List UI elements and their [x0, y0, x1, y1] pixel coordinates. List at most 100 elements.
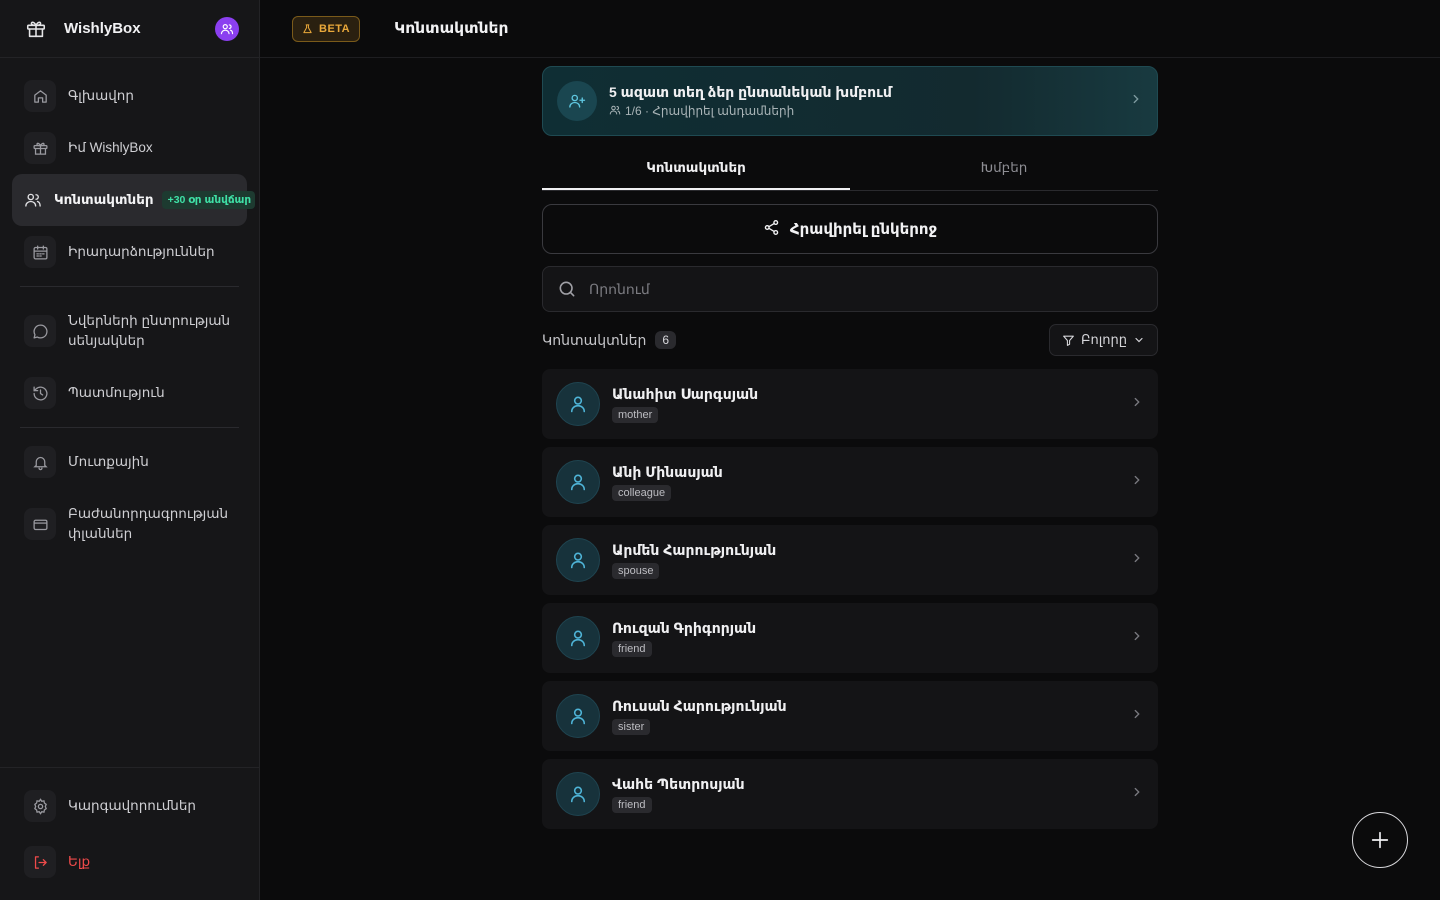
- free-days-badge: +30 օր անվճար: [161, 191, 256, 209]
- calendar-icon: [24, 236, 56, 268]
- sidebar-item-label: Բաժանորդագրության փլաններ: [68, 506, 229, 541]
- main-content: 5 ազատ տեղ ձեր ընտանեկան խմբում 1/6 · Հր…: [542, 66, 1158, 837]
- sidebar-divider: [20, 427, 239, 428]
- chevron-down-icon: [1133, 334, 1145, 346]
- sidebar-item-history[interactable]: Պատմություն: [12, 367, 247, 419]
- contact-row[interactable]: Անի Մինասյան colleague: [542, 447, 1158, 517]
- search-input[interactable]: [589, 281, 1143, 297]
- sidebar-nav: Գլխավոր Իմ WishlyBox Կոնտակտներ +30 օր ա…: [0, 58, 259, 572]
- banner-text: 5 ազատ տեղ ձեր ընտանեկան խմբում 1/6 · Հր…: [609, 84, 1129, 119]
- contact-name: Անահիտ Սարգսյան: [612, 385, 759, 402]
- contact-name: Ռուսան Հարությունյան: [612, 697, 787, 714]
- contact-info: Անի Մինասյան colleague: [612, 464, 1130, 501]
- chevron-right-icon: [1130, 629, 1144, 648]
- user-avatar-icon: [556, 616, 600, 660]
- relation-tag: colleague: [612, 484, 672, 501]
- contact-name: Անի Մինասյան: [612, 463, 723, 480]
- chevron-right-icon: [1130, 551, 1144, 570]
- team-switch-icon[interactable]: [215, 16, 239, 41]
- sidebar-item-label: Գլխավոր: [68, 88, 134, 103]
- gear-icon: [24, 790, 56, 822]
- invite-friend-label: Հրավիրել ընկերոջ: [789, 221, 938, 238]
- tab-groups[interactable]: Խմբեր: [850, 152, 1158, 190]
- invite-friend-button[interactable]: Հրավիրել ընկերոջ: [542, 204, 1158, 254]
- sidebar: WishlyBox Գլխավոր Իմ WishlyBox Կոնտակտնե…: [0, 0, 260, 900]
- filter-icon: [1062, 334, 1075, 347]
- sidebar-item-subscription-plans[interactable]: Բաժանորդագրության փլաններ: [12, 488, 247, 560]
- add-user-icon: [557, 81, 597, 121]
- family-group-banner[interactable]: 5 ազատ տեղ ձեր ընտանեկան խմբում 1/6 · Հր…: [542, 66, 1158, 136]
- user-avatar-icon: [556, 460, 600, 504]
- sidebar-item-label: Իրադարձություններ: [68, 244, 215, 259]
- chat-icon: [24, 315, 56, 347]
- sidebar-item-settings[interactable]: Կարգավորումներ: [12, 778, 247, 834]
- gift-icon: [24, 132, 56, 164]
- logout-icon: [24, 846, 56, 878]
- sidebar-item-events[interactable]: Իրադարձություններ: [12, 226, 247, 278]
- contact-row[interactable]: Ռուզան Գրիգորյան friend: [542, 603, 1158, 673]
- card-icon: [24, 508, 56, 540]
- sidebar-item-gift-rooms[interactable]: Նվերների ընտրության սենյակներ: [12, 295, 247, 367]
- relation-tag: spouse: [612, 562, 660, 579]
- filter-dropdown[interactable]: Բոլորը: [1048, 324, 1158, 356]
- contact-info: Արմեն Հարությունյան spouse: [612, 542, 1130, 579]
- sidebar-bottom: Կարգավորումներ Ելք: [0, 767, 259, 900]
- add-contact-fab[interactable]: [1352, 812, 1408, 868]
- contacts-list-title: Կոնտակտներ: [542, 331, 647, 348]
- chevron-right-icon: [1130, 473, 1144, 492]
- user-avatar-icon: [556, 382, 600, 426]
- banner-subtitle-row: 1/6 · Հրավիրել անդամների: [609, 104, 1129, 119]
- sidebar-item-inbox[interactable]: Մուտքային: [12, 436, 247, 488]
- user-avatar-icon: [556, 694, 600, 738]
- contact-row[interactable]: Վահե Պետրոսյան friend: [542, 759, 1158, 829]
- users-icon: [20, 184, 46, 216]
- sidebar-item-label: Պատմություն: [68, 385, 165, 400]
- relation-tag: friend: [612, 796, 652, 813]
- chevron-right-icon: [1130, 395, 1144, 414]
- plus-icon: [1369, 829, 1391, 851]
- chevron-right-icon: [1130, 707, 1144, 726]
- sidebar-item-my-wishlybox[interactable]: Իմ WishlyBox: [12, 122, 247, 174]
- logout-label: Ելք: [68, 854, 91, 869]
- history-icon: [24, 377, 56, 409]
- contacts-tabs: Կոնտակտներ Խմբեր: [542, 152, 1158, 191]
- logout-button[interactable]: Ելք: [12, 834, 247, 890]
- search-icon: [557, 279, 577, 299]
- sidebar-item-home[interactable]: Գլխավոր: [12, 70, 247, 122]
- beta-badge: BETA: [292, 15, 361, 42]
- page-title: Կոնտակտներ: [394, 20, 509, 37]
- contact-info: Ռուսան Հարությունյան sister: [612, 698, 1130, 735]
- search-box: [542, 266, 1158, 312]
- contacts-list: Անահիտ Սարգսյան mother Անի Մինասյան coll…: [542, 369, 1158, 829]
- sidebar-divider: [20, 286, 239, 287]
- contact-info: Անահիտ Սարգսյան mother: [612, 386, 1130, 423]
- contact-name: Արմեն Հարությունյան: [612, 541, 777, 558]
- sidebar-item-label: Մուտքային: [68, 454, 149, 469]
- chevron-right-icon: [1129, 92, 1143, 111]
- gift-logo-icon: [24, 17, 48, 41]
- sidebar-item-label: Կոնտակտներ: [54, 192, 154, 207]
- user-avatar-icon: [556, 772, 600, 816]
- contact-name: Ռուզան Գրիգորյան: [612, 619, 757, 636]
- contacts-count-badge: 6: [655, 331, 677, 349]
- banner-title: 5 ազատ տեղ ձեր ընտանեկան խմբում: [609, 83, 892, 100]
- users-small-icon: [609, 104, 621, 119]
- tab-contacts[interactable]: Կոնտակտներ: [542, 152, 850, 190]
- banner-subtitle: 1/6 · Հրավիրել անդամների: [625, 104, 795, 118]
- contact-row[interactable]: Արմեն Հարությունյան spouse: [542, 525, 1158, 595]
- contact-row[interactable]: Անահիտ Սարգսյան mother: [542, 369, 1158, 439]
- sidebar-item-label: Նվերների ընտրության սենյակներ: [68, 313, 231, 348]
- flask-icon: [302, 23, 313, 35]
- sidebar-item-contacts[interactable]: Կոնտակտներ +30 օր անվճար: [12, 174, 256, 226]
- contact-row[interactable]: Ռուսան Հարությունյան sister: [542, 681, 1158, 751]
- contact-info: Ռուզան Գրիգորյան friend: [612, 620, 1130, 657]
- relation-tag: sister: [612, 718, 651, 735]
- app-name: WishlyBox: [64, 20, 141, 37]
- user-avatar-icon: [556, 538, 600, 582]
- home-icon: [24, 80, 56, 112]
- brand: WishlyBox: [0, 0, 259, 58]
- top-header: BETA Կոնտակտներ: [260, 0, 1440, 58]
- contacts-list-header: Կոնտակտներ 6 Բոլորը: [542, 324, 1158, 356]
- share-icon: [763, 219, 780, 240]
- sidebar-item-label: Կարգավորումներ: [68, 798, 196, 813]
